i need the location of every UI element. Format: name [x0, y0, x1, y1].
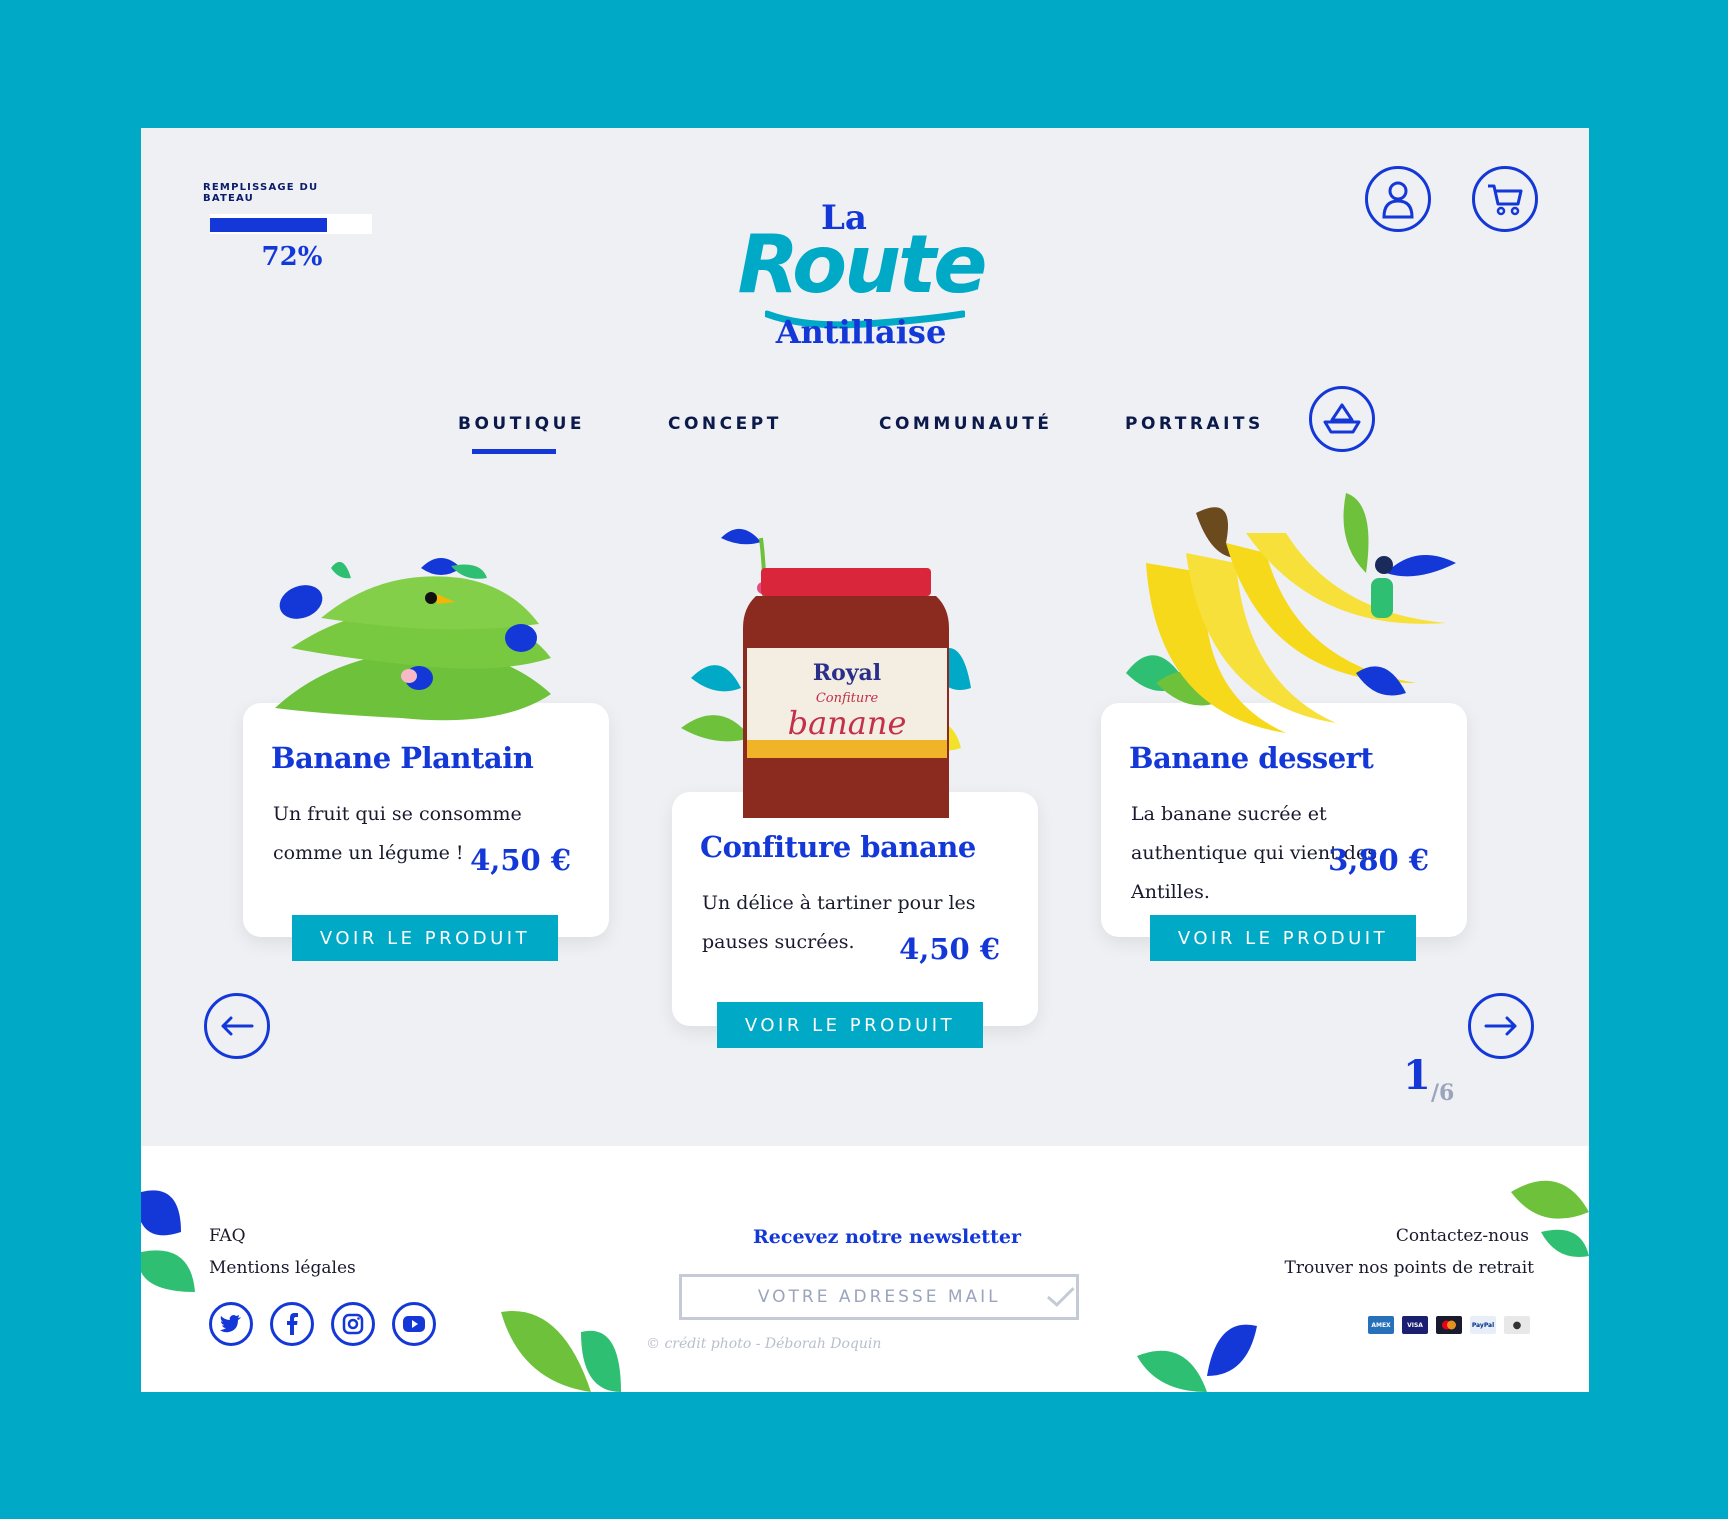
leaf-decoration-icon [501, 1311, 621, 1392]
product-title[interactable]: Banane dessert [1129, 741, 1374, 775]
logo-route: Route [737, 218, 987, 311]
twitter-icon [220, 1315, 241, 1333]
product-title[interactable]: Confiture banane [700, 830, 976, 864]
view-product-button[interactable]: VOIR LE PRODUIT [292, 915, 558, 961]
contact-link[interactable]: Contactez-nous [1396, 1226, 1529, 1246]
jar-brand: Royal [813, 660, 881, 686]
view-product-button[interactable]: VOIR LE PRODUIT [1150, 915, 1416, 961]
progress-track [210, 214, 372, 234]
pager-current: 1 [1403, 1052, 1431, 1099]
twitter-button[interactable] [209, 1302, 253, 1346]
apple-pay-icon: ● [1504, 1316, 1530, 1334]
visa-icon: VISA [1402, 1316, 1428, 1334]
photo-credit: © crédit photo - Déborah Doquin [646, 1336, 882, 1352]
faq-link[interactable]: FAQ [209, 1226, 246, 1246]
facebook-icon [287, 1313, 298, 1335]
jar-line2: banane [788, 704, 907, 742]
progress-value: 72% [261, 242, 323, 272]
instagram-icon [342, 1313, 364, 1335]
user-icon [1382, 181, 1414, 219]
footer: FAQ Mentions légales Recevez notre newsl… [141, 1146, 1589, 1392]
nav-communaute[interactable]: COMMUNAUTÉ [879, 414, 1052, 434]
product-price: 4,50 € [470, 843, 571, 877]
youtube-icon [403, 1316, 425, 1332]
banana-illustration [1126, 493, 1456, 733]
boat-icon [1323, 403, 1361, 434]
view-product-button[interactable]: VOIR LE PRODUIT [717, 1002, 983, 1048]
product-price: 3,80 € [1328, 843, 1429, 877]
email-input[interactable] [712, 1287, 1047, 1307]
instagram-button[interactable] [331, 1302, 375, 1346]
site-logo[interactable]: La Route Antillaise [721, 198, 1001, 358]
progress-label: REMPLISSAGE DU BATEAU [203, 182, 319, 204]
boat-button[interactable] [1309, 386, 1375, 452]
cart-icon [1488, 184, 1523, 216]
plantain-illustration [275, 558, 551, 721]
leaf-decoration-icon [141, 1190, 195, 1292]
nav-concept[interactable]: CONCEPT [668, 414, 782, 434]
amex-icon: AMEX [1368, 1316, 1394, 1334]
arrow-right-icon [1484, 1016, 1517, 1036]
leaf-decoration-icon [1137, 1324, 1257, 1392]
pager-total: /6 [1431, 1080, 1455, 1106]
facebook-button[interactable] [270, 1302, 314, 1346]
arrow-left-icon [221, 1016, 254, 1036]
next-button[interactable] [1468, 993, 1534, 1059]
cart-button[interactable] [1472, 166, 1538, 232]
progress-fill [210, 218, 327, 232]
boat-fill-progress: REMPLISSAGE DU BATEAU 72% [203, 182, 373, 272]
newsletter-form [679, 1274, 1079, 1320]
product-card[interactable]: Confiture banane Un délice à tartiner po… [672, 792, 1038, 1026]
stores-link[interactable]: Trouver nos points de retrait [1284, 1258, 1534, 1278]
check-icon[interactable] [1046, 1286, 1076, 1308]
nav-boutique[interactable]: BOUTIQUE [458, 414, 585, 434]
page-frame: REMPLISSAGE DU BATEAU 72% La Route Antil… [141, 128, 1589, 1392]
jam-jar-illustration: Royal Confiture banane [681, 528, 971, 818]
leaf-decoration-icon [1511, 1180, 1589, 1257]
newsletter-title: Recevez notre newsletter [753, 1226, 1021, 1248]
nav-portraits[interactable]: PORTRAITS [1125, 414, 1264, 434]
nav-active-underline [472, 449, 556, 454]
paypal-icon: PayPal [1470, 1316, 1496, 1334]
youtube-button[interactable] [392, 1302, 436, 1346]
prev-button[interactable] [204, 993, 270, 1059]
account-button[interactable] [1365, 166, 1431, 232]
mastercard-icon [1436, 1316, 1462, 1334]
logo-antillaise: Antillaise [775, 313, 947, 351]
product-price: 4,50 € [899, 932, 1000, 966]
legal-link[interactable]: Mentions légales [209, 1258, 356, 1278]
